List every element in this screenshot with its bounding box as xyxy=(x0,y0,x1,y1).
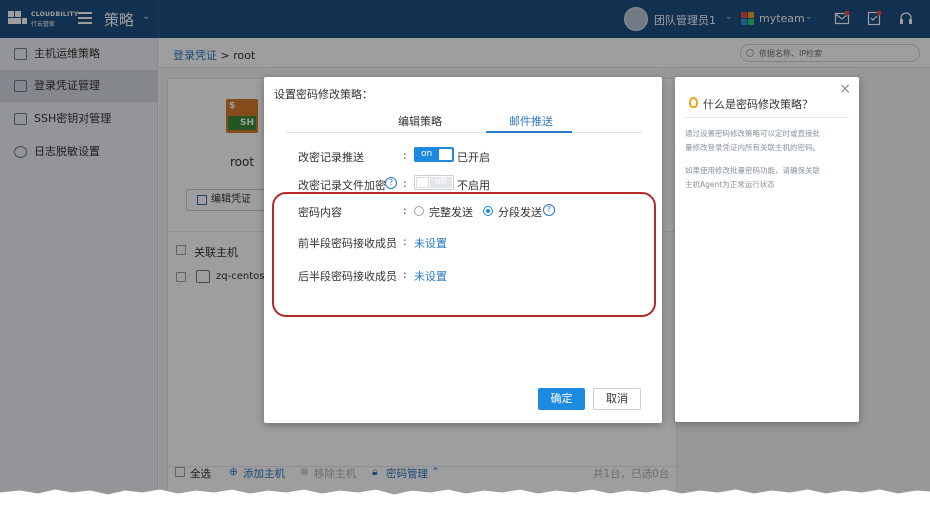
encrypt-record-label: 改密记录文件加密 xyxy=(298,179,386,192)
toggle-label: off xyxy=(430,177,452,188)
dialog-title: 设置密码修改策略： xyxy=(274,88,373,101)
segmented-send-radio[interactable] xyxy=(483,206,493,216)
encrypt-record-toggle[interactable]: off xyxy=(414,175,454,190)
lightbulb-icon xyxy=(689,97,698,108)
toggle-label: on xyxy=(421,149,433,159)
cancel-button[interactable]: 取消 xyxy=(593,388,641,410)
close-icon[interactable]: × xyxy=(839,81,851,97)
colon: : xyxy=(403,268,407,281)
colon: : xyxy=(403,204,407,217)
push-record-status: 已开启 xyxy=(457,151,490,164)
help-text-line: 主机Agent为正常运行状态 xyxy=(685,180,775,189)
full-send-label[interactable]: 完整发送 xyxy=(429,204,473,220)
help-text-line: 通过设置密码修改策略可以定时或直接批 xyxy=(685,129,820,138)
torn-paper-edge xyxy=(0,488,930,505)
first-half-recipient-link[interactable]: 未设置 xyxy=(414,235,447,251)
colon: : xyxy=(403,149,407,162)
colon: : xyxy=(403,177,407,190)
password-policy-dialog: 设置密码修改策略： 编辑策略 邮件推送 改密记录推送 : on 已开启 改密记录… xyxy=(264,77,662,423)
tab-edit-policy[interactable]: 编辑策略 xyxy=(398,113,442,129)
dialog-tabs: 编辑策略 邮件推送 xyxy=(286,109,642,133)
confirm-button[interactable]: 确定 xyxy=(538,388,585,410)
help-text-line: 如果使用修改批量密码功能，请确保关联 xyxy=(685,166,820,175)
first-half-recipient-label: 前半段密码接收成员 xyxy=(298,237,397,250)
help-text-line: 量修改登录凭证内所有关联主机的密码。 xyxy=(685,143,820,152)
colon: : xyxy=(403,235,407,248)
password-content-label: 密码内容 xyxy=(298,206,342,219)
help-icon[interactable]: ? xyxy=(385,177,397,189)
segmented-send-label[interactable]: 分段发送 xyxy=(498,204,542,220)
divider xyxy=(685,117,849,118)
second-half-recipient-label: 后半段密码接收成员 xyxy=(298,270,397,283)
tab-email-push[interactable]: 邮件推送 xyxy=(509,113,553,129)
help-panel: × 什么是密码修改策略？ 通过设置密码修改策略可以定时或直接批 量修改登录凭证内… xyxy=(675,77,859,422)
toggle-knob xyxy=(439,149,452,160)
full-send-radio[interactable] xyxy=(414,206,424,216)
active-tab-indicator xyxy=(486,131,572,133)
push-record-toggle[interactable]: on xyxy=(414,147,454,162)
toggle-knob xyxy=(416,177,429,188)
help-title: 什么是密码修改策略？ xyxy=(703,98,813,111)
push-record-label: 改密记录推送 xyxy=(298,151,364,164)
help-icon[interactable]: ? xyxy=(543,204,555,216)
encrypt-record-status: 不启用 xyxy=(457,179,490,192)
second-half-recipient-link[interactable]: 未设置 xyxy=(414,268,447,284)
